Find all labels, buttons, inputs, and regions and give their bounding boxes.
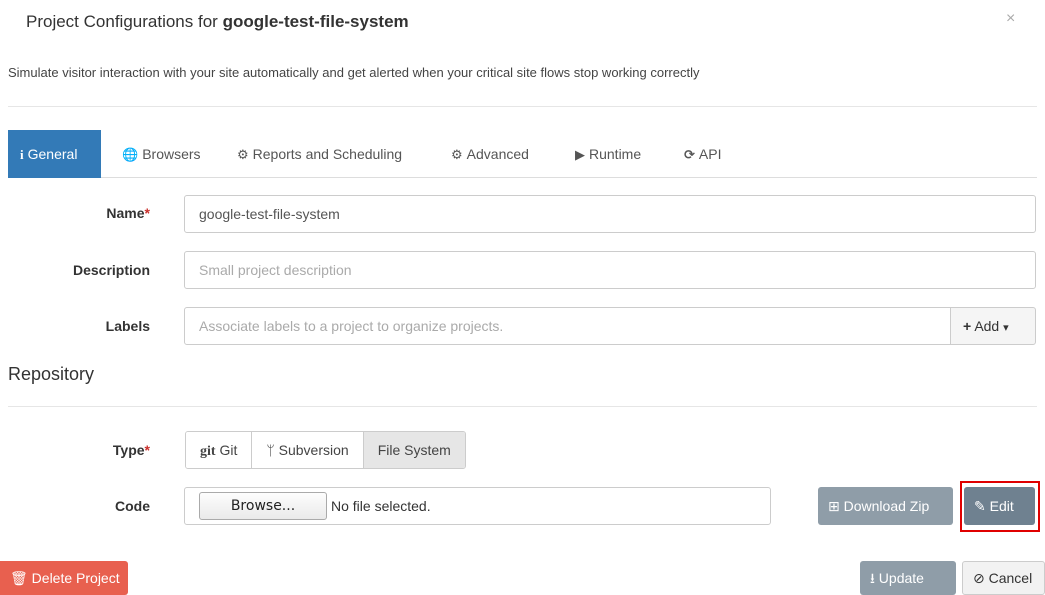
- description-input[interactable]: Small project description: [184, 251, 1036, 289]
- type-option-label: Git: [219, 442, 238, 458]
- type-option-file-system[interactable]: File System: [363, 432, 465, 468]
- type-option-label: File System: [377, 442, 451, 458]
- trash-icon: 🗑: [10, 570, 28, 586]
- type-option-subversion[interactable]: ᛘ Subversion: [252, 432, 364, 468]
- tab-label: Runtime: [589, 146, 642, 162]
- download-zip-label: Download Zip: [843, 498, 930, 514]
- update-button[interactable]: ⭳ Update: [860, 561, 956, 595]
- cancel-button[interactable]: ⊘ Cancel: [962, 561, 1045, 595]
- tab-advanced[interactable]: ⚙ Advanced: [451, 130, 529, 178]
- type-option-git[interactable]: git Git: [186, 432, 253, 468]
- play-icon: ▶: [575, 147, 585, 162]
- repository-heading: Repository: [8, 364, 95, 384]
- refresh-icon: ⟳: [684, 147, 695, 162]
- plus-icon: +: [963, 318, 972, 334]
- tab-label: Advanced: [466, 146, 529, 162]
- divider: [8, 106, 1037, 107]
- divider: [8, 406, 1037, 407]
- gears-icon: ⚙: [237, 147, 249, 162]
- git-icon: git: [200, 444, 216, 459]
- tab-api[interactable]: ⟳ API: [684, 130, 721, 178]
- delete-project-button[interactable]: 🗑 Delete Project: [0, 561, 128, 595]
- update-label: Update: [878, 570, 924, 586]
- tab-browsers[interactable]: 🌐 Browsers: [122, 130, 201, 178]
- code-file-input: Browse... No file selected.: [184, 487, 771, 525]
- add-label-text: Add: [974, 318, 1000, 334]
- file-archive-icon: ⊞: [828, 498, 840, 514]
- repository-type-selector: git Git ᛘ Subversion File System: [185, 431, 466, 469]
- tab-general[interactable]: i General: [8, 130, 101, 178]
- tab-label: API: [698, 146, 722, 162]
- code-label: Code: [115, 498, 150, 514]
- cancel-label: Cancel: [988, 570, 1033, 586]
- project-name: google-test-file-system: [222, 12, 409, 31]
- highlight-box: [960, 481, 1040, 532]
- required-mark: *: [144, 205, 150, 221]
- delete-project-label: Delete Project: [31, 570, 120, 586]
- tab-reports-and-scheduling[interactable]: ⚙ Reports and Scheduling: [237, 130, 402, 178]
- name-label-text: Name: [106, 205, 145, 221]
- dialog-title: Project Configurations for google-test-f…: [26, 12, 409, 32]
- caret-down-icon: ▾: [1003, 322, 1009, 334]
- globe-icon: 🌐: [122, 147, 139, 162]
- labels-input[interactable]: Associate labels to a project to organiz…: [184, 307, 951, 345]
- tab-bar: i General 🌐 Browsers ⚙ Reports and Scheduli…: [8, 130, 1037, 178]
- name-label: Name*: [10, 205, 150, 221]
- description-placeholder: Small project description: [199, 262, 352, 278]
- labels-label: Labels: [105, 318, 150, 334]
- tab-label: Browsers: [142, 146, 201, 162]
- name-input[interactable]: google-test-file-system: [184, 195, 1036, 233]
- required-mark: *: [144, 442, 150, 458]
- dialog-subtitle: Simulate visitor interaction with your s…: [8, 65, 700, 80]
- download-icon: ⭳: [870, 570, 875, 586]
- type-label-text: Type: [112, 442, 145, 458]
- cubes-icon: ⚙: [451, 147, 463, 162]
- branch-icon: ᛘ: [266, 442, 275, 458]
- close-icon[interactable]: ×: [1006, 10, 1015, 28]
- tab-runtime[interactable]: ▶ Runtime: [575, 130, 641, 178]
- labels-placeholder: Associate labels to a project to organiz…: [199, 318, 504, 334]
- info-icon: i: [20, 147, 24, 162]
- ban-icon: ⊘: [973, 570, 985, 586]
- add-label-button[interactable]: + Add ▾: [950, 307, 1036, 345]
- type-label: Type*: [10, 442, 150, 458]
- description-label: Description: [72, 262, 150, 278]
- download-zip-button[interactable]: ⊞ Download Zip: [818, 487, 953, 525]
- tab-label: Reports and Scheduling: [252, 146, 403, 162]
- file-status: No file selected.: [331, 498, 431, 514]
- dialog-title-prefix: Project Configurations for: [26, 12, 218, 31]
- browse-button[interactable]: Browse...: [199, 492, 327, 520]
- tab-label: General: [27, 146, 78, 162]
- type-option-label: Subversion: [278, 442, 349, 458]
